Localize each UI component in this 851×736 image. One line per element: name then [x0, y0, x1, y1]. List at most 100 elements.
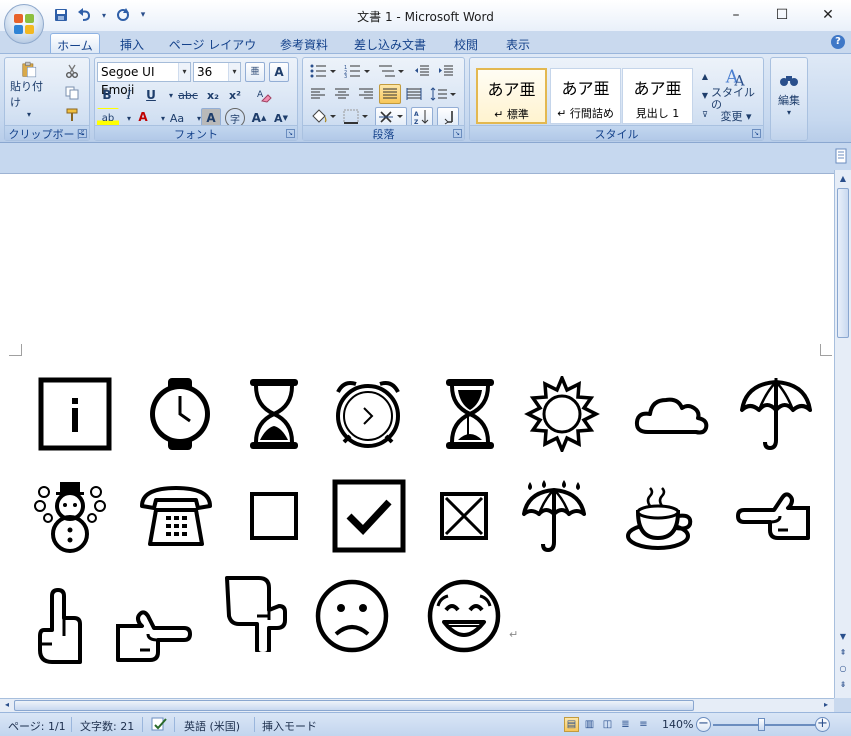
zoom-slider-knob[interactable]: [758, 718, 765, 731]
page-count[interactable]: ページ: 1/1: [8, 718, 66, 734]
scroll-down-icon[interactable]: ▼: [837, 630, 849, 643]
horizontal-scroll-thumb[interactable]: [14, 700, 694, 711]
align-right-icon: [359, 88, 373, 99]
clipboard-launcher-icon[interactable]: ↘: [78, 129, 87, 138]
paragraph-mark: ↵: [509, 628, 519, 641]
styles-group-label: スタイル: [470, 125, 763, 141]
superscript-button[interactable]: x²: [225, 85, 245, 105]
show-marks-button[interactable]: [437, 107, 459, 127]
font-launcher-icon[interactable]: ↘: [286, 129, 295, 138]
scroll-right-icon[interactable]: ▸: [820, 699, 832, 711]
font-name-dropdown-icon[interactable]: ▾: [178, 63, 190, 81]
underline-button[interactable]: U: [141, 85, 161, 105]
draft-view-icon[interactable]: ≡: [636, 717, 651, 732]
font-size-combo[interactable]: 36 ▾: [193, 62, 241, 82]
phonetic-guide-button[interactable]: 亜: [245, 62, 265, 82]
word-count[interactable]: 文字数: 21: [80, 718, 134, 734]
tab-review[interactable]: 校閲: [444, 33, 488, 54]
previous-page-icon[interactable]: ⇞: [837, 646, 849, 659]
status-separator: [254, 717, 255, 732]
tab-view[interactable]: 表示: [498, 33, 538, 54]
web-layout-icon[interactable]: ◫: [600, 717, 615, 732]
asian-layout-button[interactable]: [375, 107, 407, 127]
office-button[interactable]: [4, 4, 44, 44]
paragraph-launcher-icon[interactable]: ↘: [453, 129, 462, 138]
document-page[interactable]: ↵: [0, 173, 834, 698]
outline-view-icon[interactable]: ≣: [618, 717, 633, 732]
select-browse-object-icon[interactable]: ○: [837, 662, 849, 675]
font-size-dropdown-icon[interactable]: ▾: [228, 63, 240, 81]
language-indicator[interactable]: 英語 (米国): [184, 718, 240, 734]
increase-indent-button[interactable]: [435, 61, 457, 81]
tab-references[interactable]: 参考資料: [272, 33, 336, 54]
numbering-button[interactable]: 123: [341, 61, 373, 81]
strikethrough-button[interactable]: abc: [175, 85, 201, 105]
decrease-indent-button[interactable]: [411, 61, 433, 81]
status-separator: [142, 717, 143, 732]
paste-button[interactable]: 貼り付け ▾: [9, 60, 49, 120]
editing-button[interactable]: 編集 ▾: [773, 64, 805, 124]
print-layout-view-icon[interactable]: ▤: [564, 717, 579, 732]
italic-button[interactable]: I: [119, 85, 139, 105]
align-center-button[interactable]: [331, 84, 353, 104]
ruler-toggle-icon[interactable]: [834, 148, 848, 166]
format-painter-button[interactable]: [61, 105, 83, 125]
horizontal-scrollbar[interactable]: ◂ ▸: [0, 698, 834, 712]
subscript-button[interactable]: x₂: [203, 85, 223, 105]
distributed-button[interactable]: [403, 84, 425, 104]
multilevel-list-button[interactable]: [375, 61, 407, 81]
hot-beverage-icon: [622, 476, 702, 556]
zoom-level[interactable]: 140%: [662, 718, 693, 731]
sort-button[interactable]: AZ: [411, 107, 433, 127]
tab-page-layout[interactable]: ページ レイアウト: [165, 33, 260, 69]
borders-button[interactable]: [341, 107, 371, 127]
style-no-spacing[interactable]: あア亜 ↵ 行間詰め: [550, 68, 621, 124]
styles-launcher-icon[interactable]: ↘: [752, 129, 761, 138]
align-right-button[interactable]: [355, 84, 377, 104]
shading-button[interactable]: [307, 107, 339, 127]
cut-button[interactable]: [61, 61, 83, 81]
tab-mailings[interactable]: 差し込み文書: [348, 33, 432, 54]
scroll-up-icon[interactable]: ▲: [837, 172, 849, 185]
status-bar: ページ: 1/1 文字数: 21 英語 (米国) 挿入モード ▤ ▥ ◫ ≣ ≡…: [0, 712, 851, 736]
align-left-button[interactable]: [307, 84, 329, 104]
proofing-icon[interactable]: [150, 716, 168, 735]
check-box-icon: [329, 476, 409, 556]
full-screen-reading-icon[interactable]: ▥: [582, 717, 597, 732]
style-heading-1[interactable]: あア亜 見出し 1: [622, 68, 693, 124]
font-size-value: 36: [197, 65, 213, 79]
cloud-icon: [632, 374, 712, 454]
bullets-button[interactable]: [307, 61, 339, 81]
change-styles-button[interactable]: AA スタイルの 変更 ▾: [710, 64, 762, 124]
clipboard-group-label: クリップボード: [5, 125, 89, 141]
font-name-combo[interactable]: Segoe UI Emoji ▾: [97, 62, 191, 97]
help-icon[interactable]: ?: [831, 35, 845, 49]
insert-mode-indicator[interactable]: 挿入モード: [262, 718, 317, 734]
paste-dropdown-icon[interactable]: ▾: [27, 110, 31, 119]
next-page-icon[interactable]: ⇟: [837, 678, 849, 691]
vertical-scrollbar[interactable]: ▲ ▼ ⇞ ○ ⇟: [834, 170, 851, 698]
tab-home[interactable]: ホーム: [50, 33, 100, 54]
paragraph-mark-icon: [444, 111, 453, 125]
style-sample: あア亜: [633, 79, 682, 98]
style-name: 見出し 1: [635, 107, 680, 120]
line-spacing-button[interactable]: [427, 84, 459, 104]
copy-button[interactable]: [61, 83, 83, 103]
justify-icon: [383, 88, 397, 99]
style-normal[interactable]: あア亜 ↵ 標準: [476, 68, 547, 124]
zoom-out-icon[interactable]: −: [696, 717, 711, 732]
maximize-button[interactable]: ☐: [759, 0, 805, 30]
format-painter-icon: [66, 108, 78, 121]
close-button[interactable]: ✕: [805, 0, 851, 30]
clear-formatting-button[interactable]: A: [253, 85, 275, 105]
scroll-left-icon[interactable]: ◂: [1, 699, 13, 711]
bold-button[interactable]: B: [97, 85, 117, 105]
tab-insert[interactable]: 挿入: [110, 33, 154, 54]
char-border-button[interactable]: A: [269, 62, 289, 82]
zoom-in-icon[interactable]: +: [815, 717, 830, 732]
justify-button[interactable]: [379, 84, 401, 104]
vertical-scroll-thumb[interactable]: [837, 188, 849, 338]
paint-bucket-icon: [312, 109, 336, 123]
status-separator: [71, 717, 72, 732]
minimize-button[interactable]: –: [713, 0, 759, 30]
